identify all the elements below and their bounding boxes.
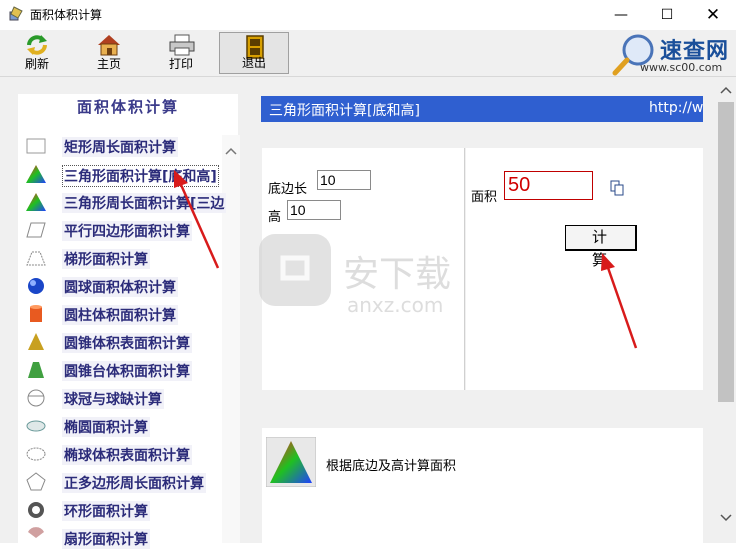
- annotation-arrowhead-left: [174, 170, 188, 188]
- annotation-arrow-left: [176, 177, 220, 269]
- annotation-arrows: [174, 170, 638, 349]
- annotation-arrowhead-right: [601, 253, 615, 271]
- annotation-arrow-right: [604, 261, 638, 349]
